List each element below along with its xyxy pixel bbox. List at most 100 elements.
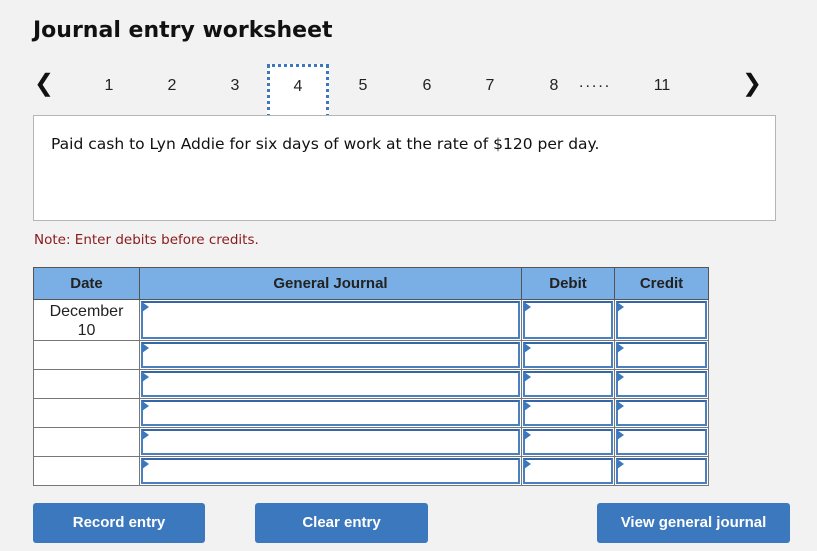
credit-input[interactable] — [618, 402, 705, 424]
account-dropdown[interactable] — [141, 458, 520, 484]
page-title: Journal entry worksheet — [33, 18, 333, 43]
credit-field[interactable] — [616, 342, 707, 368]
credit-input[interactable] — [618, 431, 705, 453]
debit-cell — [521, 369, 615, 399]
credit-field[interactable] — [616, 458, 707, 484]
date-day: 10 — [77, 322, 96, 339]
account-dropdown[interactable] — [141, 301, 520, 339]
debit-field[interactable] — [523, 371, 613, 397]
page-6[interactable]: 6 — [396, 66, 458, 114]
table-row: December 10 — [33, 299, 709, 341]
debit-cell — [521, 398, 615, 428]
credit-input[interactable] — [618, 460, 705, 482]
account-input[interactable] — [143, 431, 518, 453]
col-credit: Credit — [614, 267, 709, 300]
debit-cell — [521, 299, 615, 341]
date-cell[interactable] — [33, 369, 140, 399]
table-row — [33, 369, 709, 399]
date-cell[interactable] — [33, 398, 140, 428]
date-text — [34, 341, 139, 362]
page-11[interactable]: 11 — [631, 66, 693, 114]
date-cell[interactable] — [33, 456, 140, 486]
credit-input[interactable] — [618, 373, 705, 395]
debit-cell — [521, 456, 615, 486]
col-general-journal: General Journal — [139, 267, 522, 300]
page-1[interactable]: 1 — [78, 66, 140, 114]
page-8[interactable]: 8 — [523, 66, 585, 114]
debit-input[interactable] — [525, 303, 611, 337]
debit-field[interactable] — [523, 429, 613, 455]
chevron-left-icon[interactable]: ❮ — [34, 72, 54, 96]
account-cell — [139, 369, 522, 399]
account-cell — [139, 456, 522, 486]
table-row — [33, 427, 709, 457]
date-text — [34, 370, 139, 391]
debit-input[interactable] — [525, 431, 611, 453]
note-text: Note: Enter debits before credits. — [34, 232, 259, 248]
date-text: December 10 — [34, 300, 139, 340]
account-dropdown[interactable] — [141, 342, 520, 368]
account-input[interactable] — [143, 460, 518, 482]
table-header: Date General Journal Debit Credit — [33, 267, 709, 300]
account-input[interactable] — [143, 344, 518, 366]
debit-input[interactable] — [525, 373, 611, 395]
date-cell[interactable] — [33, 427, 140, 457]
account-dropdown[interactable] — [141, 429, 520, 455]
account-dropdown[interactable] — [141, 371, 520, 397]
account-input[interactable] — [143, 402, 518, 424]
col-debit: Debit — [521, 267, 615, 300]
col-date: Date — [33, 267, 140, 300]
account-dropdown[interactable] — [141, 400, 520, 426]
pager-ellipsis: ..... — [579, 74, 612, 91]
page-4-active[interactable]: 4 — [267, 64, 329, 118]
page-3[interactable]: 3 — [204, 66, 266, 114]
table-row — [33, 456, 709, 486]
pager: ❮ 1 2 3 4 5 6 7 8 ..... 11 ❯ — [0, 64, 817, 118]
date-cell[interactable] — [33, 340, 140, 370]
account-input[interactable] — [143, 303, 518, 337]
clear-entry-button[interactable]: Clear entry — [255, 503, 428, 543]
date-month: December — [49, 303, 124, 320]
debit-field[interactable] — [523, 342, 613, 368]
date-cell[interactable]: December 10 — [33, 299, 140, 341]
record-entry-button[interactable]: Record entry — [33, 503, 205, 543]
credit-cell — [614, 369, 709, 399]
credit-field[interactable] — [616, 371, 707, 397]
prompt-text: Paid cash to Lyn Addie for six days of w… — [51, 135, 600, 153]
debit-field[interactable] — [523, 400, 613, 426]
debit-cell — [521, 340, 615, 370]
account-cell — [139, 398, 522, 428]
table-row — [33, 398, 709, 428]
page-7[interactable]: 7 — [459, 66, 521, 114]
debit-input[interactable] — [525, 344, 611, 366]
debit-field[interactable] — [523, 458, 613, 484]
account-cell — [139, 299, 522, 341]
table-row — [33, 340, 709, 370]
credit-cell — [614, 398, 709, 428]
debit-input[interactable] — [525, 460, 611, 482]
date-text — [34, 457, 139, 478]
credit-field[interactable] — [616, 429, 707, 455]
credit-field[interactable] — [616, 301, 707, 339]
transaction-prompt: Paid cash to Lyn Addie for six days of w… — [33, 115, 776, 221]
account-cell — [139, 427, 522, 457]
credit-input[interactable] — [618, 344, 705, 366]
credit-cell — [614, 427, 709, 457]
credit-field[interactable] — [616, 400, 707, 426]
page-2[interactable]: 2 — [141, 66, 203, 114]
date-text — [34, 428, 139, 449]
credit-cell — [614, 456, 709, 486]
account-input[interactable] — [143, 373, 518, 395]
page-5[interactable]: 5 — [332, 66, 394, 114]
credit-input[interactable] — [618, 303, 705, 337]
chevron-right-icon[interactable]: ❯ — [742, 72, 762, 96]
debit-field[interactable] — [523, 301, 613, 339]
debit-cell — [521, 427, 615, 457]
credit-cell — [614, 299, 709, 341]
date-text — [34, 399, 139, 420]
debit-input[interactable] — [525, 402, 611, 424]
view-general-journal-button[interactable]: View general journal — [597, 503, 790, 543]
account-cell — [139, 340, 522, 370]
journal-table: Date General Journal Debit Credit Decemb… — [33, 267, 709, 486]
credit-cell — [614, 340, 709, 370]
